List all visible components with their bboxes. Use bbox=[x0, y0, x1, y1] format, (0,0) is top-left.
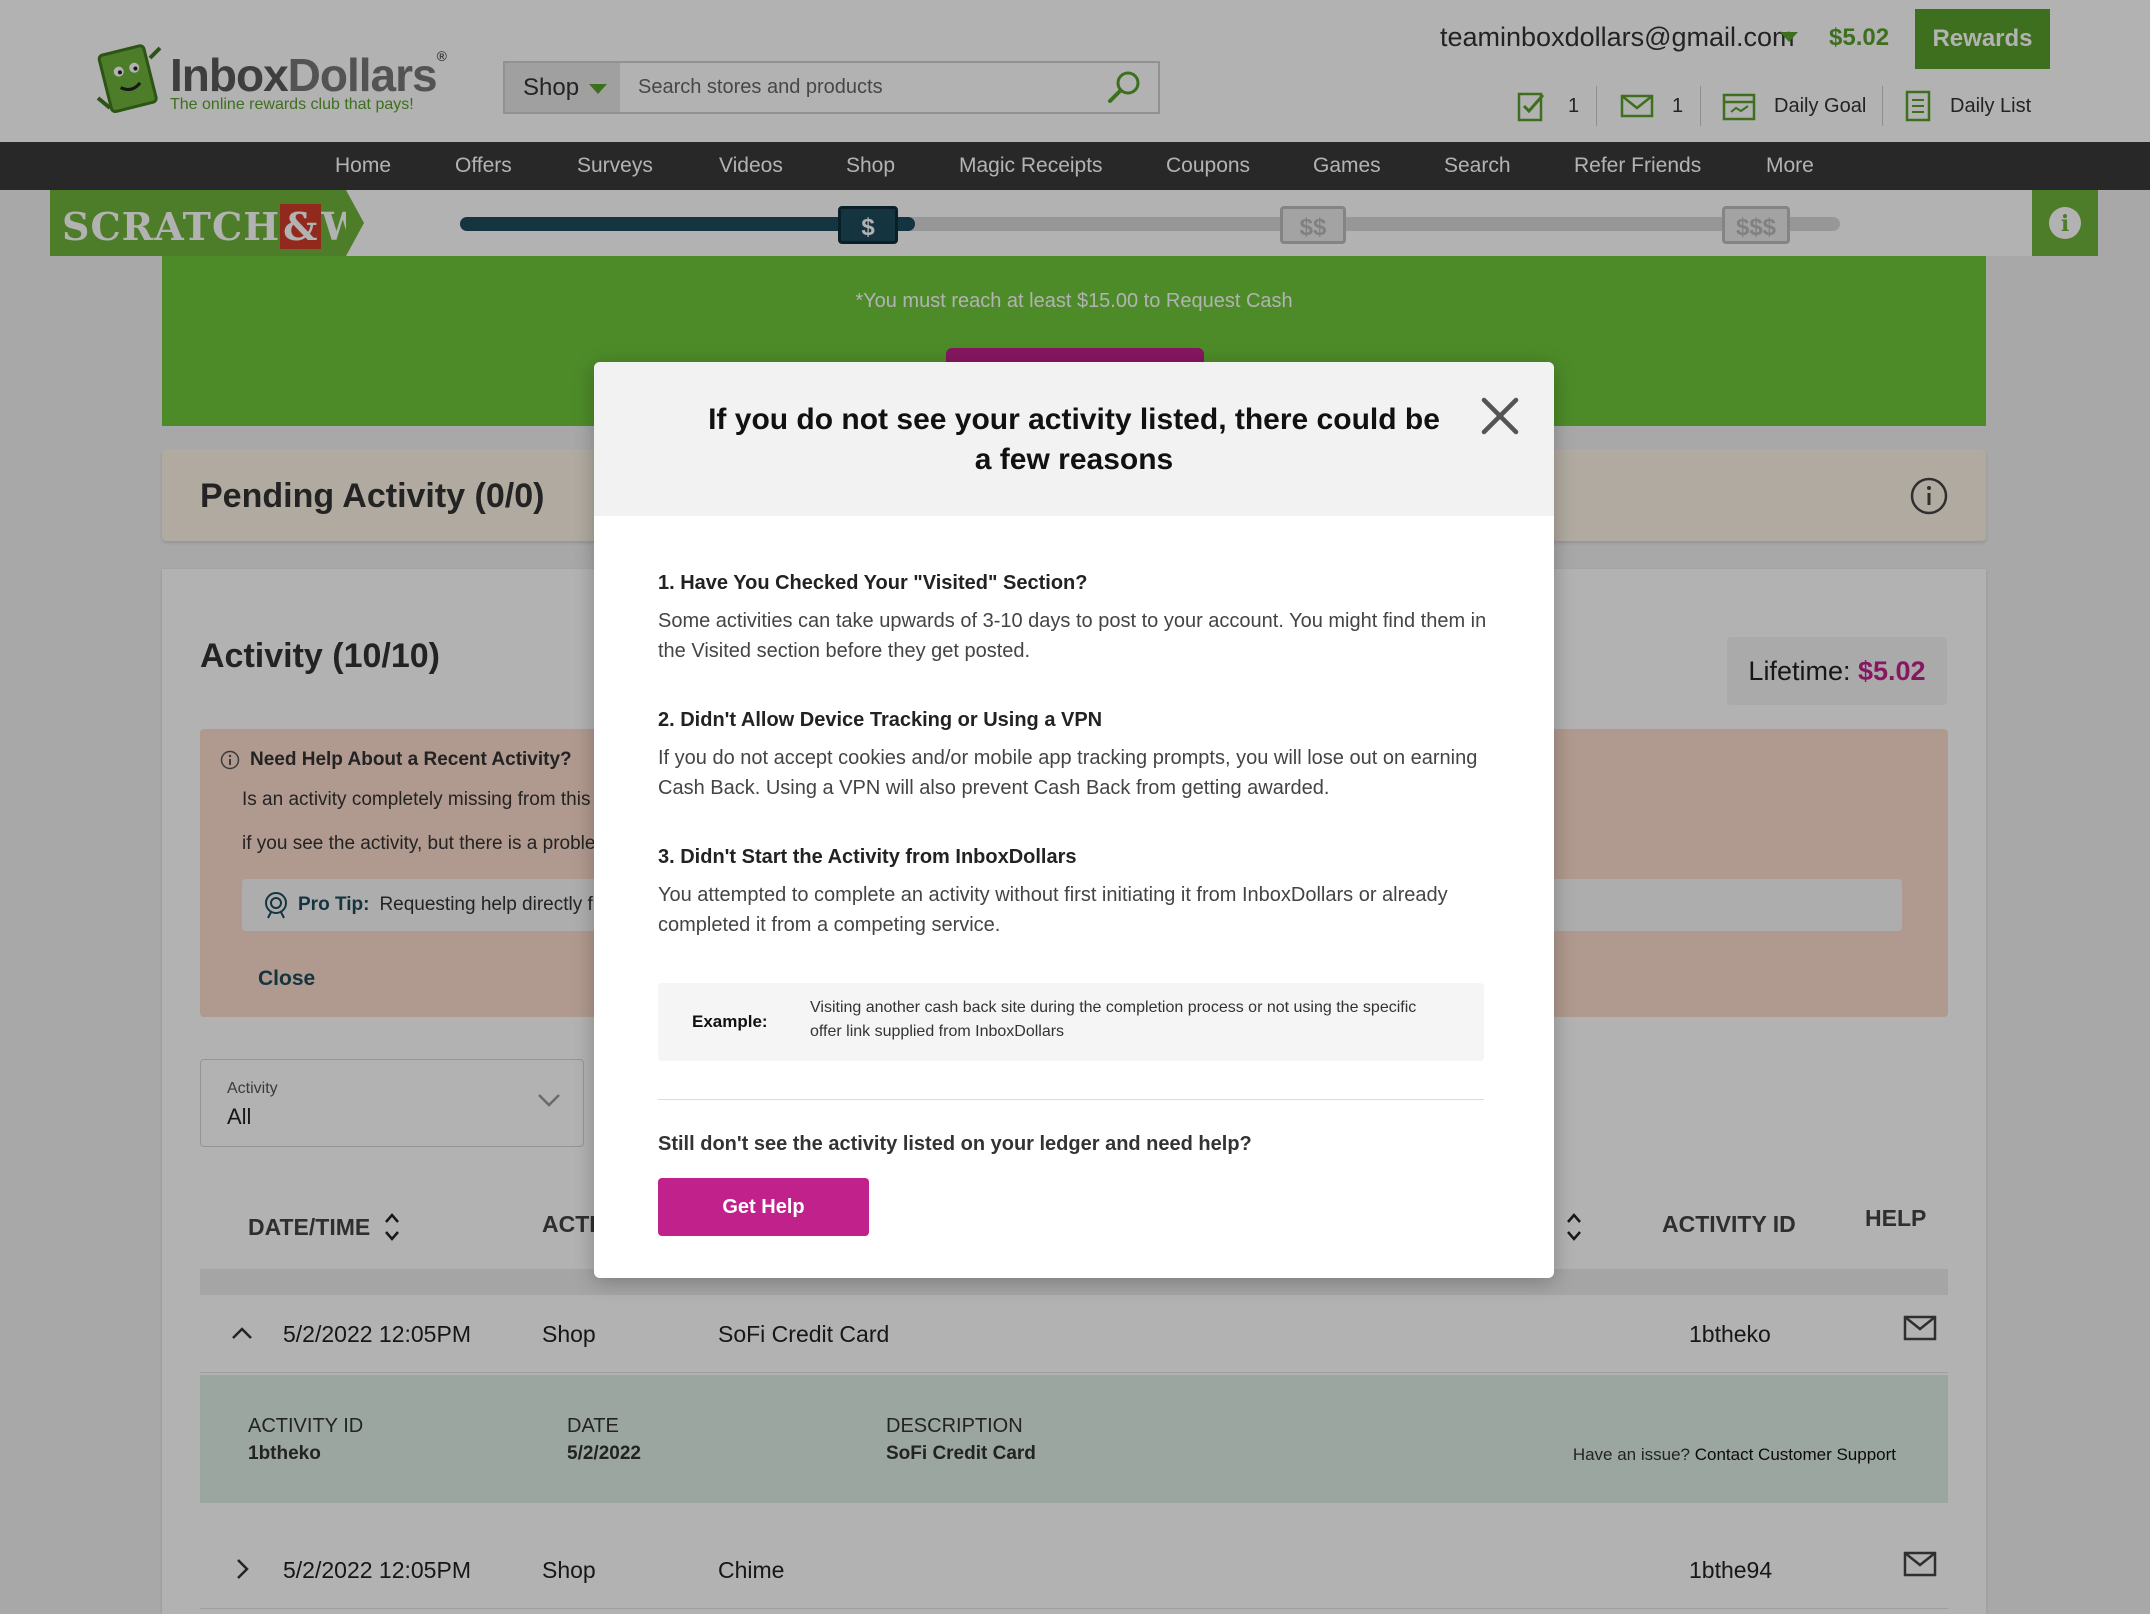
modal-still-text: Still don't see the activity listed on y… bbox=[658, 1133, 1252, 1155]
modal-section-body: If you do not accept cookies and/or mobi… bbox=[658, 747, 1478, 799]
modal-header: If you do not see your activity listed, … bbox=[594, 362, 1554, 516]
modal-section-heading: 1. Have You Checked Your "Visited" Secti… bbox=[658, 572, 1088, 594]
modal-title: If you do not see your activity listed, … bbox=[708, 403, 1440, 476]
example-text: Visiting another cash back site during t… bbox=[810, 999, 1417, 1040]
missing-activity-modal: If you do not see your activity listed, … bbox=[594, 362, 1554, 1278]
example-label: Example: bbox=[692, 1012, 768, 1031]
modal-example-box: Example: Visiting another cash back site… bbox=[658, 983, 1484, 1061]
close-icon bbox=[1481, 397, 1519, 435]
modal-section-body: Some activities can take upwards of 3-10… bbox=[658, 610, 1487, 662]
modal-divider bbox=[658, 1099, 1484, 1100]
modal-close-button[interactable] bbox=[1478, 394, 1522, 438]
modal-section-body: You attempted to complete an activity wi… bbox=[658, 884, 1448, 936]
modal-section-heading: 3. Didn't Start the Activity from InboxD… bbox=[658, 846, 1077, 868]
modal-section-heading: 2. Didn't Allow Device Tracking or Using… bbox=[658, 709, 1103, 731]
get-help-button[interactable]: Get Help bbox=[658, 1178, 869, 1236]
